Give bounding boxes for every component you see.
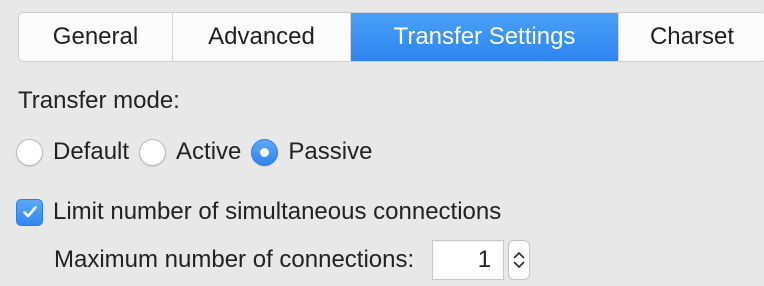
radio-option-default[interactable]: Default <box>16 138 129 166</box>
radio-passive-label: Passive <box>288 138 373 165</box>
checkmark-icon <box>22 206 37 218</box>
tab-charset[interactable]: Charset <box>619 13 764 61</box>
radio-option-passive[interactable]: Passive <box>251 138 372 166</box>
tab-bar: General Advanced Transfer Settings Chars… <box>18 12 764 62</box>
limit-connections-row[interactable]: Limit number of simultaneous connections <box>16 196 501 228</box>
chevron-down-icon[interactable] <box>513 261 525 269</box>
max-connections-label: Maximum number of connections: <box>54 246 415 273</box>
radio-active-control[interactable] <box>139 138 167 166</box>
limit-connections-checkbox[interactable] <box>16 198 43 226</box>
tab-advanced[interactable]: Advanced <box>173 13 351 61</box>
transfer-mode-radio-group: Default Active Passive <box>16 134 382 170</box>
radio-passive-control[interactable] <box>251 138 279 166</box>
transfer-mode-label: Transfer mode: <box>18 87 180 114</box>
radio-default-control[interactable] <box>16 138 43 166</box>
radio-option-active[interactable]: Active <box>139 138 241 166</box>
max-connections-input[interactable]: 1 <box>432 240 505 280</box>
radio-active-label: Active <box>176 138 242 165</box>
tab-general[interactable]: General <box>19 13 173 61</box>
chevron-up-icon[interactable] <box>513 251 525 259</box>
limit-connections-label: Limit number of simultaneous connections <box>53 198 502 225</box>
tab-transfer-settings[interactable]: Transfer Settings <box>351 13 619 61</box>
max-connections-stepper[interactable] <box>508 240 531 280</box>
max-connections-row: Maximum number of connections: 1 <box>54 238 531 282</box>
radio-default-label: Default <box>53 138 130 165</box>
